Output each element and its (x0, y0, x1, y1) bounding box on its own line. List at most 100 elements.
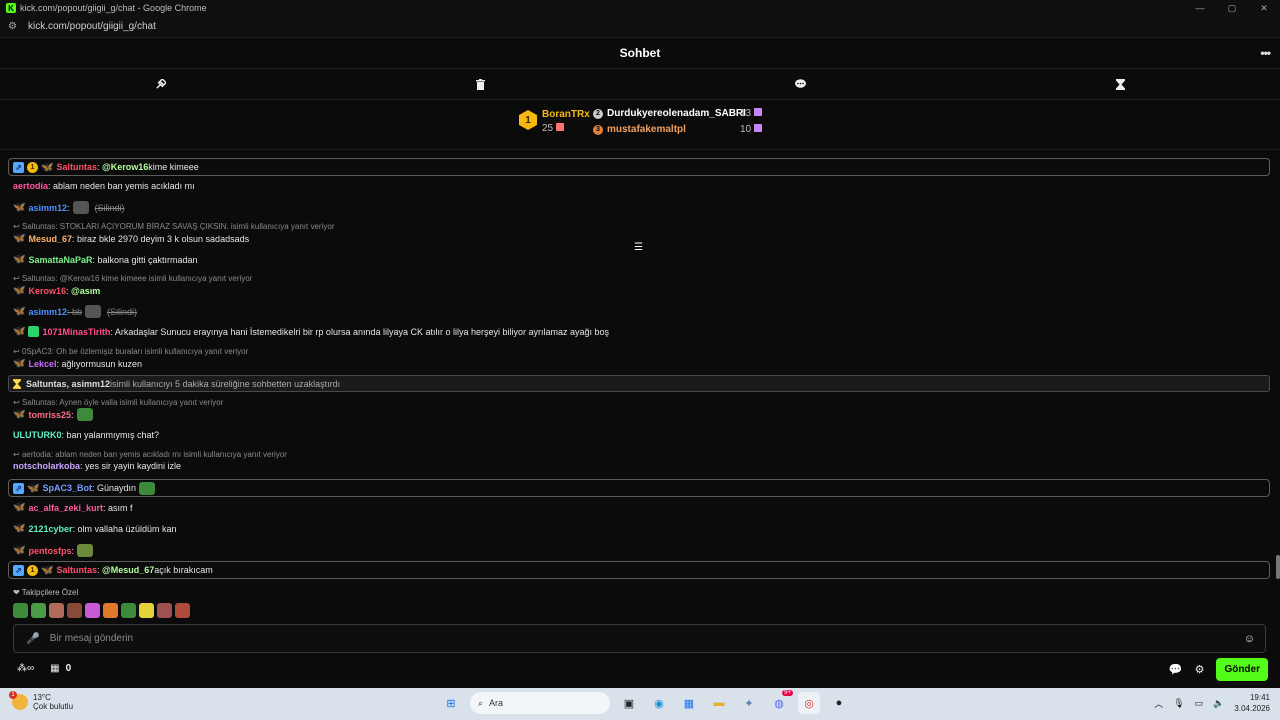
file-explorer-icon[interactable]: ▬ (708, 692, 730, 714)
username[interactable]: Lekcel (28, 359, 56, 369)
username[interactable]: 2121cyber (28, 524, 72, 534)
chat-bubble-icon[interactable]: 💬 (1169, 663, 1183, 676)
reply-context[interactable]: ↩ aertodia: ablam neden ban yemis acıkla… (13, 450, 287, 459)
chevron-up-icon[interactable]: ︿ (1154, 697, 1163, 710)
ban-tool-button[interactable] (0, 69, 320, 99)
message-input-box[interactable]: 🎤 ☺ (13, 624, 1266, 653)
gold-medal-icon: 1 (519, 110, 537, 130)
chat-message[interactable]: 🦋 pentosfps: (13, 544, 93, 557)
reply-context[interactable]: ↩ 0SpAC3: Oh be özlemişiz buraları isiml… (13, 347, 248, 356)
chat-message[interactable]: 🦋 Kerow16: @asım (13, 285, 100, 296)
username[interactable]: pentosfps (28, 546, 71, 556)
start-icon[interactable]: ⊞ (440, 692, 462, 714)
timeout-tool-button[interactable] (960, 69, 1280, 99)
chat-message-highlighted[interactable]: ⇗ 🦋 SpAC3_Bot : Günaydın (8, 479, 1270, 497)
scrollbar-thumb[interactable] (1276, 555, 1280, 579)
reply-context[interactable]: ↩ Saltuntas: STOKLARI AÇIYORUM BİRAZ SAV… (13, 222, 334, 231)
username[interactable]: Kerow16 (28, 286, 66, 296)
emote-button[interactable] (13, 603, 28, 618)
mention[interactable]: @Mesud_67 (102, 565, 154, 575)
store-app-icon[interactable]: ▦ (678, 692, 700, 714)
delete-tool-button[interactable] (320, 69, 640, 99)
store-icon[interactable]: ▦ (50, 663, 59, 674)
edge-icon[interactable]: ◉ (648, 692, 670, 714)
message-text: kime kimeee (148, 162, 199, 172)
username[interactable]: SamattaNaPaR (28, 255, 92, 265)
more-dots-icon[interactable]: ••• (1260, 46, 1271, 60)
mention[interactable]: @Kerow16 (102, 162, 148, 172)
username[interactable]: Saltuntas (56, 162, 97, 172)
chat-message[interactable]: 🦋 asimm12: (Silindi) (13, 201, 125, 214)
username[interactable]: aertodia (13, 181, 48, 191)
leaderboard-second[interactable]: 2 Durdukyereolenadam_SABRI 13 (593, 108, 763, 119)
points-icon[interactable]: ⁂∞ (17, 663, 34, 674)
gear-icon[interactable]: ⚙ (1195, 663, 1205, 676)
reply-context[interactable]: ↩ Saltuntas: @Kerow16 kime kimeee isimli… (13, 274, 252, 283)
emote-button[interactable] (103, 603, 118, 618)
chat-message-highlighted[interactable]: ⇗ 1 🦋 Saltuntas: @Mesud_67 açık bırakıca… (8, 561, 1270, 579)
url-text[interactable]: kick.com/popout/giigii_g/chat (28, 21, 156, 32)
weather-badge: 1 (9, 691, 17, 699)
emote-button[interactable] (121, 603, 136, 618)
microphone-icon[interactable]: 🎤 (26, 632, 40, 645)
username[interactable]: Saltuntas (56, 565, 97, 575)
username[interactable]: tomriss25 (28, 410, 71, 420)
volume-icon[interactable]: 🔈 (1213, 698, 1224, 709)
leaderboard-first[interactable]: 1 BoranTRx 25 (519, 109, 590, 134)
chat-message[interactable]: 🦋 ac_alfa_zeki_kurt : asım f (13, 502, 133, 513)
network-icon[interactable]: ▭ (1195, 698, 1204, 709)
mention[interactable]: @asım (71, 286, 100, 296)
username[interactable]: notscholarkoba (13, 461, 80, 471)
emote-button[interactable] (139, 603, 154, 618)
message-text: : asım f (103, 502, 133, 513)
address-bar[interactable]: ⚙ kick.com/popout/giigii_g/chat (0, 16, 1280, 38)
emote-button[interactable] (49, 603, 64, 618)
chat-message[interactable]: ULUTURK0 : ban yalanmıymış chat? (13, 430, 159, 440)
username[interactable]: Mesud_67 (28, 234, 72, 244)
mic-tray-icon[interactable]: 🎙 (1173, 698, 1184, 709)
chat-message-list[interactable]: ⇗ 1 🦋 Saltuntas: @Kerow16 kime kimeee ae… (0, 150, 1280, 582)
chat-message[interactable]: 🦋 SamattaNaPaR : balkona gitti çaktırmad… (13, 254, 198, 265)
chat-message[interactable]: 🦋 1071MinasTirith : Arkadaşlar Sunucu er… (13, 326, 609, 337)
gift-leaderboard: 1 BoranTRx 25 2 Durdukyereolenadam_SABRI… (0, 100, 1280, 253)
app-icon[interactable]: ✦ (738, 692, 760, 714)
username[interactable]: ULUTURK0 (13, 430, 62, 440)
chat-message[interactable]: 🦋 Lekcel : ağlıyormusun kuzen (13, 358, 142, 369)
chrome-icon[interactable]: ◎ (798, 692, 820, 714)
chat-message[interactable]: 🦋 tomriss25: (13, 408, 93, 421)
chat-message[interactable]: aertodia : ablam neden ban yemis acıklad… (13, 181, 195, 191)
message-input[interactable] (49, 633, 1244, 644)
emote-button[interactable] (85, 603, 100, 618)
task-view-icon[interactable]: ▣ (618, 692, 640, 714)
username[interactable]: 1071MinasTirith (42, 327, 110, 337)
app-icon[interactable]: ● (828, 692, 850, 714)
send-button[interactable]: Gönder (1216, 658, 1268, 681)
username[interactable]: asimm12 (28, 307, 67, 317)
taskbar-search[interactable]: ⌕ Ara (470, 692, 610, 714)
emote-button[interactable] (67, 603, 82, 618)
emoji-picker-icon[interactable]: ☺ (1244, 633, 1255, 645)
maximize-icon[interactable]: ▢ (1216, 0, 1248, 16)
weather-widget[interactable]: 1 13°C Çok bulutlu (9, 691, 73, 711)
minimize-icon[interactable]: — (1184, 0, 1216, 16)
reply-context[interactable]: ↩ Saltuntas: Aynen öyle valla isimli kul… (13, 398, 223, 407)
close-icon[interactable]: ✕ (1248, 0, 1280, 16)
clock[interactable]: 19:41 3.04.2026 (1234, 692, 1270, 714)
emote-button[interactable] (175, 603, 190, 618)
username[interactable]: asimm12 (28, 203, 67, 213)
chat-tool-button[interactable] (640, 69, 960, 99)
emote-button[interactable] (157, 603, 172, 618)
chat-message[interactable]: 🦋 asimm12 : bb (Silindi) (13, 305, 137, 318)
chat-message[interactable]: notscholarkoba : yes sir yayin kaydini i… (13, 461, 181, 471)
discord-icon[interactable]: ◍ 9+ (768, 690, 793, 714)
chat-message[interactable]: 🦋 2121cyber : olm vallaha üzüldüm kan (13, 523, 177, 534)
leaderboard-third[interactable]: 3 mustafakemaltpl 10 (593, 124, 763, 135)
username[interactable]: SpAC3_Bot (42, 483, 92, 493)
emote-button[interactable] (31, 603, 46, 618)
chat-message[interactable]: 🦋 Mesud_67 : biraz bkle 2970 deyim 3 k o… (13, 233, 249, 244)
chat-message-highlighted[interactable]: ⇗ 1 🦋 Saltuntas: @Kerow16 kime kimeee (8, 158, 1270, 176)
message-text: : Günaydın (91, 483, 136, 493)
username[interactable]: ac_alfa_zeki_kurt (28, 503, 103, 513)
hourglass-icon (1115, 78, 1125, 90)
site-settings-icon[interactable]: ⚙ (8, 21, 22, 32)
